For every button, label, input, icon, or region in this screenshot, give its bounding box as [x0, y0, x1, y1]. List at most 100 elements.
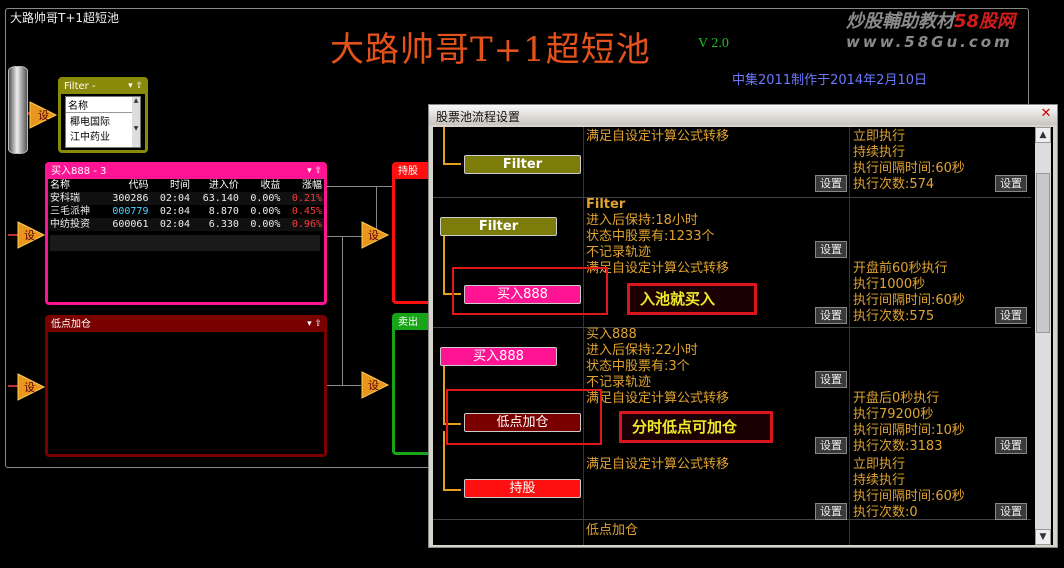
- highlight-box-buy: [452, 267, 608, 315]
- dialog-scrollbar[interactable]: ▲ ▼: [1035, 127, 1051, 545]
- flow-node-label: 设: [368, 379, 379, 392]
- scroll-up-icon[interactable]: ▲: [1035, 127, 1051, 143]
- condition-text: 满足自设定计算公式转移: [586, 457, 730, 472]
- settings-button[interactable]: 设置: [995, 437, 1027, 454]
- settings-button[interactable]: 设置: [815, 503, 847, 520]
- hold-panel-title: 持股: [398, 166, 418, 177]
- sell-panel-header[interactable]: 卖出: [395, 316, 431, 330]
- stock-name: 中纺投资: [50, 219, 90, 230]
- dialog-title: 股票池流程设置: [436, 110, 521, 124]
- flow-line: [443, 489, 461, 491]
- buy888-panel-header[interactable]: 买入888 - 3 ▾ ⇧: [48, 165, 324, 179]
- row-divider: [433, 197, 1031, 198]
- exec-text: 执行1000秒: [853, 277, 926, 292]
- dialog-titlebar[interactable]: 股票池流程设置: [429, 105, 1057, 125]
- close-icon[interactable]: ✕: [1039, 107, 1053, 121]
- filter-panel-header[interactable]: Filter - ▾ ⇧: [61, 80, 145, 94]
- settings-button[interactable]: 设置: [995, 175, 1027, 192]
- scroll-thumb[interactable]: [1036, 173, 1050, 333]
- column-divider: [849, 127, 850, 545]
- stock-name: 安科瑞: [50, 193, 80, 204]
- table-row[interactable]: 安科瑞 300286 02:04 63.140 0.00% 0.21%: [48, 192, 324, 205]
- hold-panel-header[interactable]: 持股: [395, 165, 431, 179]
- panel-menu-icon[interactable]: ▾ ⇧: [307, 165, 324, 179]
- settings-button[interactable]: 设置: [995, 503, 1027, 520]
- flow-node-hold[interactable]: 设: [360, 220, 390, 250]
- exec-text: 执行间隔时间:60秒: [853, 161, 965, 176]
- exec-text: 执行次数:0: [853, 505, 918, 520]
- state-name: 买入888: [586, 327, 637, 342]
- flow-node-lowadd[interactable]: 设: [16, 372, 46, 402]
- pool-flow-settings-dialog[interactable]: 股票池流程设置 ✕ Filter 满足自设定计算公式转移 立即执行 持续执行 执…: [428, 104, 1058, 548]
- flow-node-sell[interactable]: 设: [360, 370, 390, 400]
- exec-text: 开盘前60秒执行: [853, 261, 948, 276]
- buy888-table: 名称 代码 时间 进入价 收益 涨幅 安科瑞 300286 02:04 63.1…: [48, 179, 324, 231]
- filter-list[interactable]: 名称 椰电国际 江中药业 ▲ ▼: [65, 96, 141, 148]
- flow-node-label: 设: [38, 109, 49, 122]
- state-text: 进入后保持:18小时: [586, 213, 698, 228]
- profit: 0.00%: [250, 193, 281, 204]
- profit: 0.00%: [250, 206, 281, 217]
- col-header[interactable]: 时间: [150, 179, 192, 192]
- flow-node-label: 设: [24, 381, 35, 394]
- filter-panel[interactable]: Filter - ▾ ⇧ 名称 椰电国际 江中药业 ▲ ▼: [58, 77, 148, 153]
- stage-button-buy888[interactable]: 买入888: [440, 347, 557, 366]
- buy888-panel[interactable]: 买入888 - 3 ▾ ⇧ 名称 代码 时间 进入价 收益 涨幅 安科瑞 3002…: [45, 162, 327, 305]
- list-item[interactable]: 椰电国际: [66, 113, 140, 128]
- exec-text: 持续执行: [853, 473, 906, 488]
- table-row[interactable]: 中纺投资 600061 02:04 6.330 0.00% 0.96%: [48, 218, 324, 231]
- flow-line: [443, 431, 445, 489]
- flow-node-filter[interactable]: 设: [28, 100, 58, 130]
- filter-list-scrollbar[interactable]: ▲ ▼: [132, 97, 140, 147]
- watermark-line1: 炒股輔助教材58股网: [846, 11, 1016, 32]
- settings-button[interactable]: 设置: [815, 175, 847, 192]
- entry-time: 02:04: [159, 206, 191, 217]
- version-label: V 2.0: [698, 36, 729, 51]
- table-header-row: 名称 代码 时间 进入价 收益 涨幅: [48, 179, 324, 192]
- stage-button-filter[interactable]: Filter: [464, 155, 581, 174]
- col-header[interactable]: 涨幅: [282, 179, 324, 192]
- col-header[interactable]: 进入价: [192, 179, 241, 192]
- exec-text: 执行间隔时间:60秒: [853, 489, 965, 504]
- settings-button[interactable]: 设置: [995, 307, 1027, 324]
- col-header[interactable]: 收益: [241, 179, 283, 192]
- flow-line: [443, 235, 445, 293]
- lowadd-panel[interactable]: 低点加仓 ▾ ⇧: [45, 315, 327, 457]
- state-name: Filter: [586, 197, 626, 212]
- panel-menu-icon[interactable]: ▾ ⇧: [128, 80, 145, 94]
- stage-button-hold[interactable]: 持股: [464, 479, 581, 498]
- exec-text: 执行次数:3183: [853, 439, 943, 454]
- stock-pool-cylinder-icon[interactable]: [8, 66, 28, 154]
- condition-text: 满足自设定计算公式转移: [586, 391, 730, 406]
- table-row[interactable]: 三毛派神 000779 02:04 8.870 0.00% 0.45%: [48, 205, 324, 218]
- stage-button-filter[interactable]: Filter: [440, 217, 557, 236]
- settings-button[interactable]: 设置: [815, 241, 847, 258]
- filter-list-header: 名称: [66, 97, 140, 113]
- flow-node-label: 设: [24, 229, 35, 242]
- state-name: 低点加仓: [586, 523, 639, 538]
- list-item[interactable]: 江中药业: [66, 128, 140, 143]
- col-header[interactable]: 名称: [48, 179, 102, 192]
- flow-node-buy[interactable]: 设: [16, 220, 46, 250]
- scroll-down-icon[interactable]: ▼: [1035, 529, 1051, 545]
- settings-button[interactable]: 设置: [815, 307, 847, 324]
- state-text: 状态中股票有:3个: [586, 359, 690, 374]
- entry-price: 8.870: [208, 206, 239, 217]
- entry-price: 63.140: [202, 193, 239, 204]
- table-empty-row: [50, 235, 320, 251]
- page-title: 大路帅哥T+1超短池: [330, 30, 651, 70]
- settings-button[interactable]: 设置: [815, 371, 847, 388]
- stock-code: 300286: [112, 193, 149, 204]
- exec-text: 立即执行: [853, 457, 906, 472]
- exec-text: 执行次数:574: [853, 177, 935, 192]
- window-title: 大路帅哥T+1超短池: [10, 11, 120, 25]
- lowadd-panel-header[interactable]: 低点加仓 ▾ ⇧: [48, 318, 324, 332]
- stock-name: 三毛派神: [50, 206, 90, 217]
- profit: 0.00%: [250, 219, 281, 230]
- condition-text: 满足自设定计算公式转移: [586, 129, 730, 144]
- exec-text: 持续执行: [853, 145, 906, 160]
- settings-button[interactable]: 设置: [815, 437, 847, 454]
- panel-menu-icon[interactable]: ▾ ⇧: [307, 318, 324, 332]
- callout-intraday-lowadd: 分时低点可加仓: [619, 411, 773, 443]
- col-header[interactable]: 代码: [102, 179, 151, 192]
